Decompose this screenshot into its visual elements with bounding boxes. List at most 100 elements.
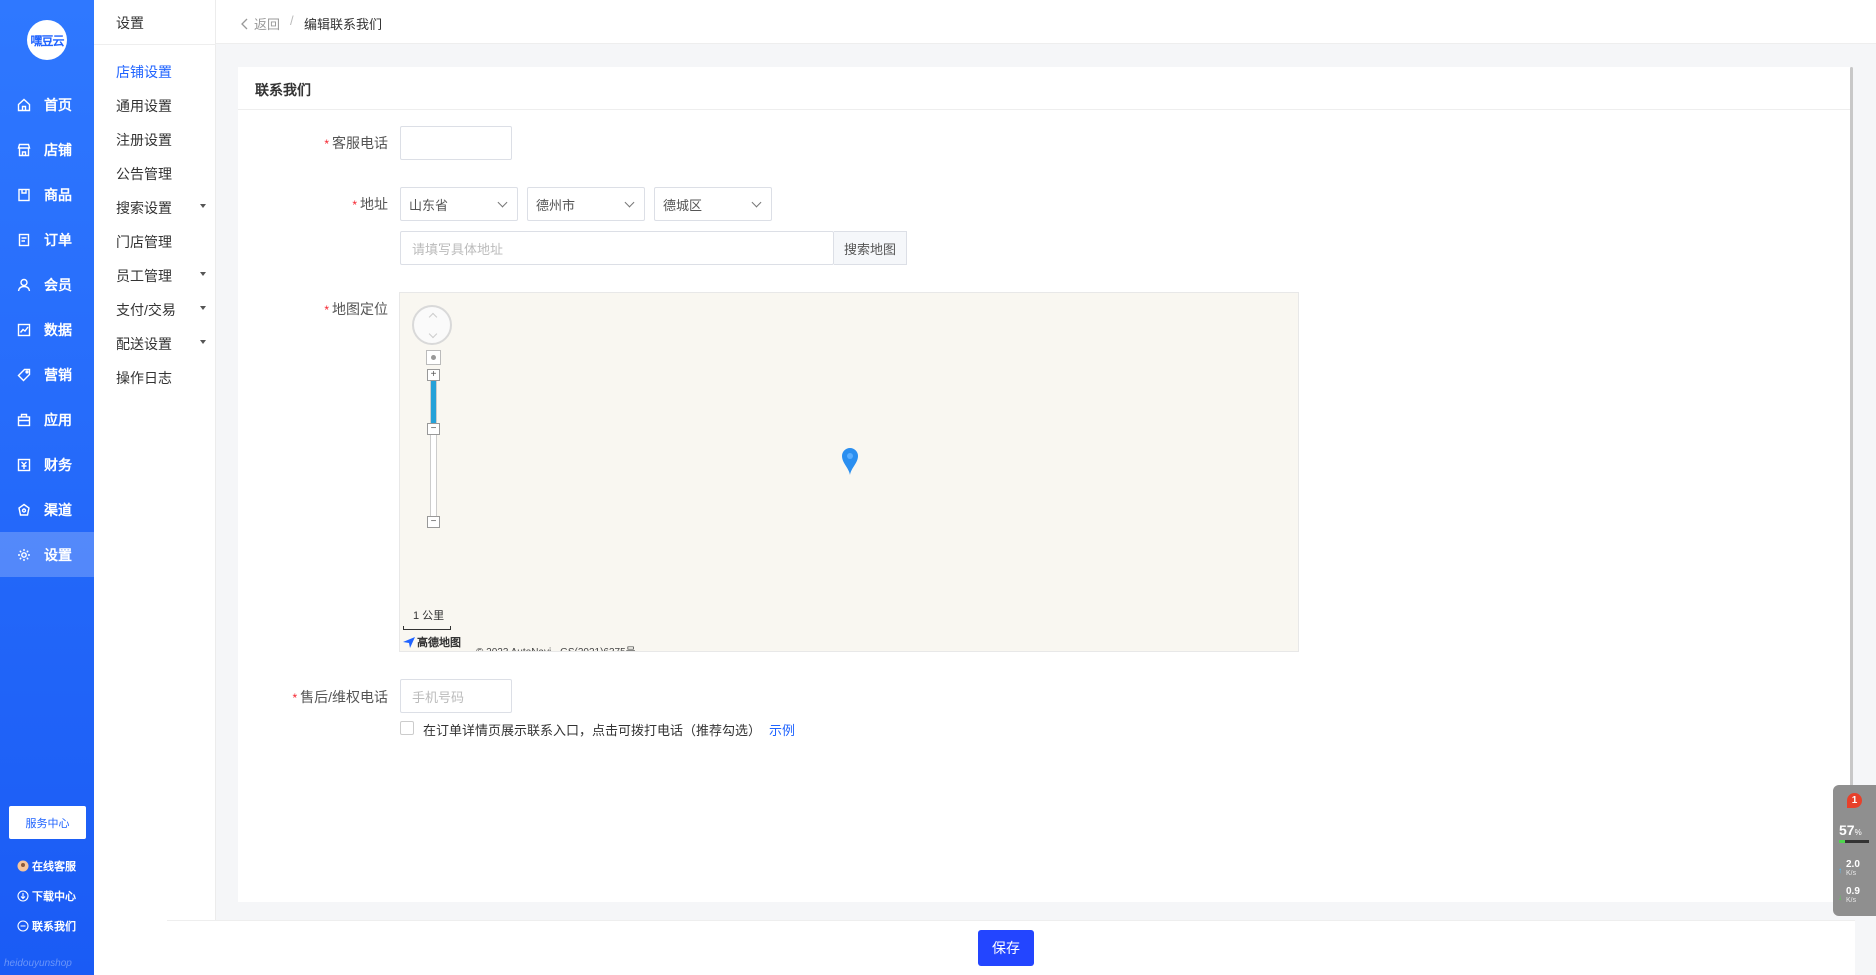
upload-speed: 2.0 K/s: [1846, 859, 1860, 878]
search-map-button[interactable]: 搜索地图: [834, 231, 907, 265]
service-center-button[interactable]: 服务中心: [9, 806, 86, 839]
nav-item-finance[interactable]: 财务: [0, 442, 94, 487]
gear-icon: [16, 547, 32, 563]
map-view[interactable]: + − − 1 公里 高德地图 © 2023 AutoNavi - GS(202…: [399, 292, 1299, 652]
upload-arrow-icon: ↑: [1838, 866, 1842, 875]
home-icon: [16, 97, 32, 113]
order-icon: [16, 232, 32, 248]
settings-subnav: 设置 店铺设置 通用设置 注册设置 公告管理 搜索设置 门店管理 员工管理 支付…: [94, 0, 216, 975]
logo-text: 嘿豆云: [30, 33, 64, 48]
send-icon: [403, 636, 415, 648]
usage-bar: [1839, 840, 1869, 843]
map-scale-label: 1 公里: [413, 610, 445, 622]
caret-down-icon: [200, 306, 206, 310]
nav-label: 设置: [44, 546, 72, 563]
nav-item-home[interactable]: 首页: [0, 82, 94, 127]
contact-us-label: 联系我们: [32, 921, 76, 933]
nav-label: 数据: [44, 321, 72, 338]
nav-item-settings[interactable]: 设置: [0, 532, 94, 577]
map-scale-bar: [403, 626, 451, 630]
breadcrumb-separator: /: [290, 13, 294, 28]
chevron-down-icon: [624, 197, 635, 208]
contact-form-card: 联系我们 * 客服电话 * 地址 山东省 德州市 德城区 请填写具体地址 搜索地图 …: [238, 67, 1850, 902]
divider: [238, 109, 1850, 110]
back-label: 返回: [254, 17, 281, 32]
nav-label: 财务: [44, 456, 72, 473]
nav-item-orders[interactable]: 订单: [0, 217, 94, 262]
cpu-percent: 57%: [1839, 822, 1862, 838]
map-pin-icon[interactable]: [841, 446, 859, 476]
breadcrumb-current: 编辑联系我们: [304, 17, 383, 32]
map-label: * 地图定位: [324, 301, 388, 317]
nav-item-data[interactable]: 数据: [0, 307, 94, 352]
back-link[interactable]: 返回: [240, 14, 280, 33]
subnav-item-stores[interactable]: 门店管理: [116, 232, 206, 252]
save-button[interactable]: 保存: [978, 930, 1034, 966]
user-icon: [16, 277, 32, 293]
nav-item-marketing[interactable]: 营销: [0, 352, 94, 397]
address-input[interactable]: 请填写具体地址: [400, 231, 834, 265]
caret-down-icon: [200, 272, 206, 276]
chat-icon: [17, 920, 29, 932]
subnav-item-general-settings[interactable]: 通用设置: [116, 96, 206, 116]
map-copyright: © 2023 AutoNavi - GS(2021)6375号: [476, 643, 636, 651]
example-link[interactable]: 示例: [769, 723, 795, 738]
service-phone-input[interactable]: [400, 126, 512, 160]
required-mark: *: [352, 198, 357, 212]
nav-label: 会员: [44, 276, 72, 293]
online-service-link[interactable]: 在线客服: [17, 858, 76, 874]
divider: [94, 44, 216, 45]
pan-control[interactable]: [412, 305, 452, 345]
phone-label: * 客服电话: [324, 135, 388, 151]
subnav-item-register-settings[interactable]: 注册设置: [116, 130, 206, 150]
show-entry-label[interactable]: 在订单详情页展示联系入口，点击可拨打电话（推荐勾选） 示例: [423, 720, 795, 739]
watermark: heidouyunshop: [4, 958, 72, 969]
required-mark: *: [324, 137, 329, 151]
city-select[interactable]: 德州市: [527, 187, 645, 221]
subnav-item-delivery[interactable]: 配送设置: [116, 334, 206, 354]
caret-down-icon: [200, 340, 206, 344]
download-icon: [17, 890, 29, 902]
chart-icon: [16, 322, 32, 338]
store-icon: [16, 142, 32, 158]
subnav-title: 设置: [116, 15, 144, 31]
subnav-item-announcements[interactable]: 公告管理: [116, 164, 206, 184]
nav-item-apps[interactable]: 应用: [0, 397, 94, 442]
nav-label: 渠道: [44, 501, 72, 518]
download-center-link[interactable]: 下载中心: [17, 888, 76, 904]
aftersale-phone-input[interactable]: 手机号码: [400, 679, 512, 713]
contact-us-link[interactable]: 联系我们: [17, 918, 76, 934]
district-select[interactable]: 德城区: [654, 187, 772, 221]
province-select[interactable]: 山东省: [400, 187, 518, 221]
network-monitor-widget[interactable]: 1 57% ↑ 2.0 K/s ↓ 0.9 K/s: [1833, 785, 1876, 916]
breadcrumb: 返回 / 编辑联系我们: [216, 0, 1876, 44]
chevron-down-icon: [751, 197, 762, 208]
subnav-item-operation-log[interactable]: 操作日志: [116, 368, 206, 388]
locate-icon: [431, 355, 436, 360]
subnav-item-search-settings[interactable]: 搜索设置: [116, 198, 206, 218]
zoom-in-button[interactable]: +: [427, 369, 440, 381]
subnav-item-store-settings[interactable]: 店铺设置: [116, 62, 206, 82]
download-center-label: 下载中心: [32, 891, 76, 903]
app-icon: [16, 412, 32, 428]
required-mark: *: [292, 691, 298, 705]
scrollbar[interactable]: [1850, 67, 1853, 887]
nav-label: 订单: [44, 231, 72, 248]
nav-item-channel[interactable]: 渠道: [0, 487, 94, 532]
nav-label: 店铺: [44, 141, 72, 158]
aftersale-label: * 售后/维权电话: [292, 689, 388, 705]
zoom-handle[interactable]: −: [427, 423, 440, 435]
download-speed: 0.9 K/s: [1846, 886, 1860, 905]
zoom-out-button[interactable]: −: [427, 516, 440, 528]
subnav-item-payment[interactable]: 支付/交易: [116, 300, 206, 320]
nav-label: 应用: [44, 411, 72, 428]
subnav-item-staff[interactable]: 员工管理: [116, 266, 206, 286]
nav-item-store[interactable]: 店铺: [0, 127, 94, 172]
locate-button[interactable]: [426, 350, 441, 365]
nav-item-members[interactable]: 会员: [0, 262, 94, 307]
nav-label: 商品: [44, 186, 72, 203]
logo[interactable]: 嘿豆云: [27, 20, 67, 60]
notification-badge: 1: [1847, 793, 1862, 808]
show-entry-checkbox[interactable]: [400, 721, 414, 735]
nav-item-goods[interactable]: 商品: [0, 172, 94, 217]
